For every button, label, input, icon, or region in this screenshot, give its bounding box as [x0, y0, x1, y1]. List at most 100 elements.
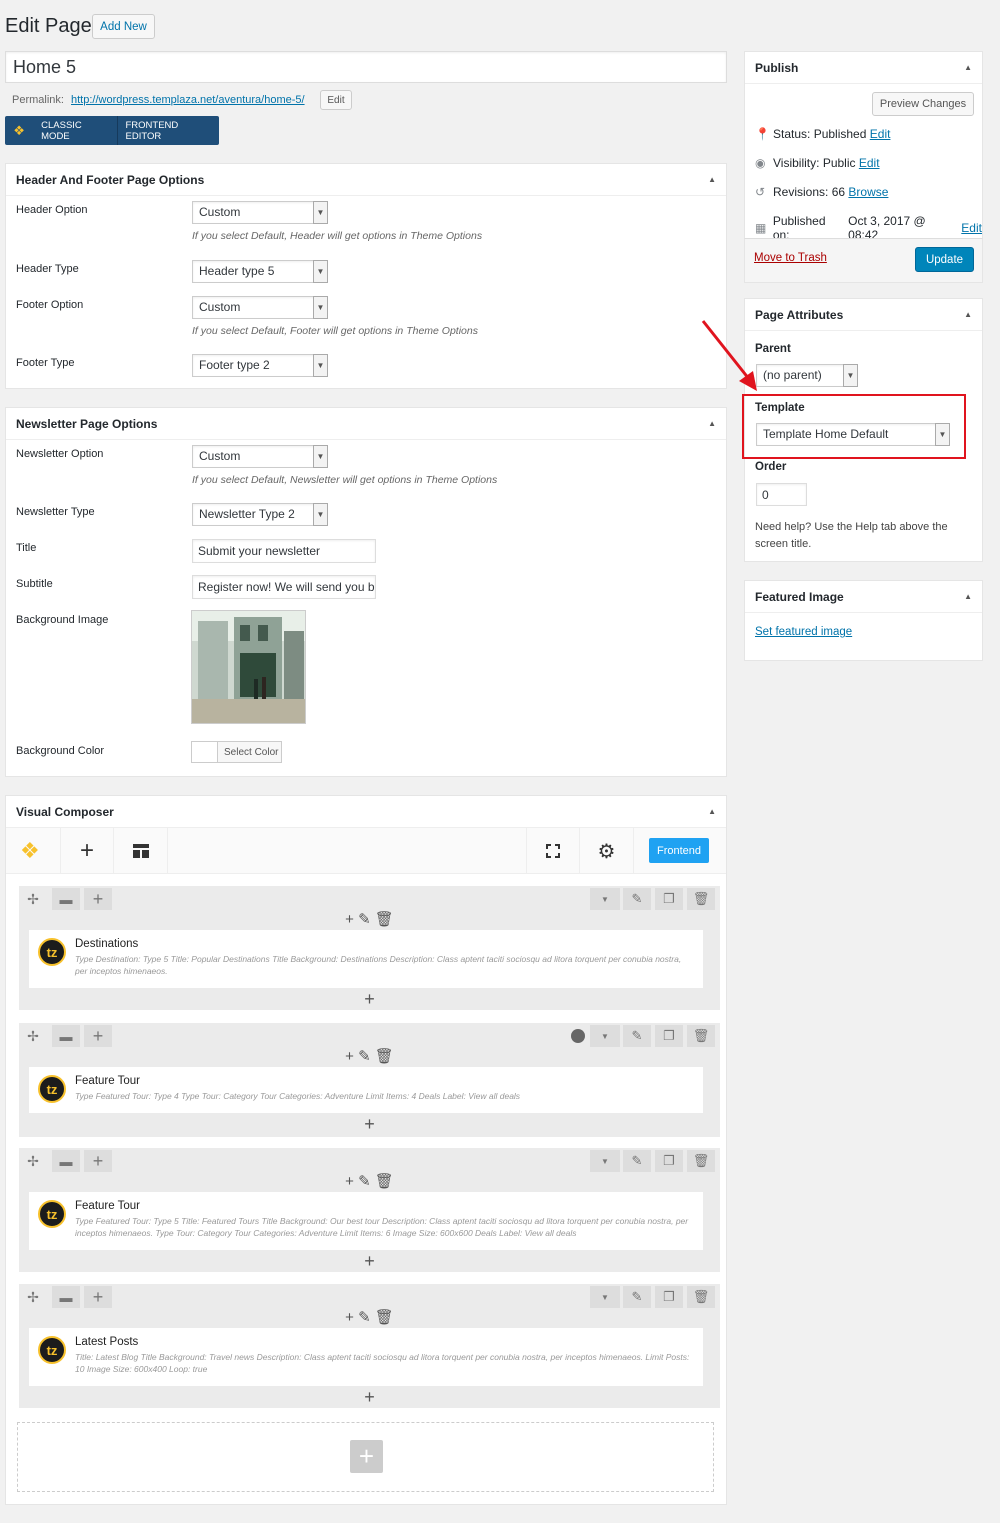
row-move-icon[interactable]: ✢	[24, 888, 42, 910]
page-attributes-header[interactable]: Page Attributes ▲	[745, 299, 982, 331]
row-layout-icon[interactable]: ▬	[52, 1025, 80, 1047]
header-type-select[interactable]: Header type 5 ▼	[192, 260, 328, 283]
row-move-icon[interactable]: ✢	[24, 1286, 42, 1308]
footer-type-select[interactable]: Footer type 2 ▼	[192, 354, 328, 377]
row-status-dot-icon	[571, 1029, 585, 1043]
set-featured-image-link[interactable]: Set featured image	[755, 626, 852, 638]
column-controls[interactable]: + ✎ 🗑	[19, 1172, 720, 1190]
add-element-icon[interactable]: +	[19, 1387, 720, 1408]
templates-icon[interactable]	[114, 828, 168, 874]
permalink-edit-button[interactable]: Edit	[320, 90, 352, 110]
visibility-row: ◉ Visibility: Public Edit	[755, 156, 880, 170]
element-logo-icon: tz	[38, 938, 66, 966]
newsletter-options-header[interactable]: Newsletter Page Options ▲	[6, 408, 726, 440]
vc-row: ✢ ▬ + ▼ ✎ ❐ 🗑 + ✎ 🗑 tz Latest Posts Titl…	[19, 1284, 720, 1408]
revisions-label: Revisions:	[773, 185, 829, 199]
row-add-column-icon[interactable]: +	[84, 1150, 112, 1172]
row-delete-icon[interactable]: 🗑	[687, 1025, 715, 1047]
add-new-button[interactable]: Add New	[92, 14, 155, 39]
footer-option-select[interactable]: Custom ▼	[192, 296, 328, 319]
collapse-arrow-icon[interactable]: ▲	[964, 63, 972, 72]
page-title-input[interactable]: Home 5	[5, 51, 727, 83]
add-element-icon[interactable]: +	[19, 989, 720, 1010]
vc-element[interactable]: tz Destinations Type Destination: Type 5…	[29, 930, 703, 988]
visibility-edit-link[interactable]: Edit	[859, 156, 880, 170]
header-option-select[interactable]: Custom ▼	[192, 201, 328, 224]
row-layout-icon[interactable]: ▬	[52, 1286, 80, 1308]
row-clone-icon[interactable]: ❐	[655, 888, 683, 910]
update-button[interactable]: Update	[915, 247, 974, 272]
row-add-column-icon[interactable]: +	[84, 1286, 112, 1308]
collapse-arrow-icon[interactable]: ▲	[708, 419, 716, 428]
revisions-row: ↺ Revisions: 66 Browse	[755, 185, 888, 199]
collapse-arrow-icon[interactable]: ▲	[708, 807, 716, 816]
newsletter-subtitle-input[interactable]: Register now! We will send you be	[192, 575, 376, 599]
newsletter-option-select[interactable]: Custom ▼	[192, 445, 328, 468]
row-clone-icon[interactable]: ❐	[655, 1150, 683, 1172]
newsletter-title-input[interactable]: Submit your newsletter	[192, 539, 376, 563]
row-toggle-icon[interactable]: ▼	[590, 1150, 620, 1172]
row-delete-icon[interactable]: 🗑	[687, 888, 715, 910]
footer-option-label: Footer Option	[16, 299, 84, 311]
row-toggle-icon[interactable]: ▼	[590, 1286, 620, 1308]
status-edit-link[interactable]: Edit	[870, 127, 891, 141]
visual-composer-header[interactable]: Visual Composer ▲	[6, 796, 726, 828]
published-edit-link[interactable]: Edit	[961, 221, 982, 235]
row-delete-icon[interactable]: 🗑	[687, 1150, 715, 1172]
vc-row: ✢ ▬ + ▼ ✎ ❐ 🗑 + ✎ 🗑 tz Feature Tour Type…	[19, 1023, 720, 1137]
add-element-icon[interactable]: +	[19, 1251, 720, 1272]
vc-frontend-button[interactable]: Frontend	[649, 838, 709, 863]
vc-element[interactable]: tz Feature Tour Type Featured Tour: Type…	[29, 1192, 703, 1250]
add-element-icon[interactable]: +	[19, 1114, 720, 1135]
vc-element[interactable]: tz Feature Tour Type Featured Tour: Type…	[29, 1067, 703, 1113]
publish-header[interactable]: Publish ▲	[745, 52, 982, 84]
featured-image-header[interactable]: Featured Image ▲	[745, 581, 982, 613]
vc-logo-icon[interactable]: ❖	[20, 838, 40, 864]
row-edit-icon[interactable]: ✎	[623, 1150, 651, 1172]
revisions-browse-link[interactable]: Browse	[848, 185, 888, 199]
header-footer-options-header[interactable]: Header And Footer Page Options ▲	[6, 164, 726, 196]
order-input[interactable]: 0	[756, 483, 807, 506]
vc-element[interactable]: tz Latest Posts Title: Latest Blog Title…	[29, 1328, 703, 1386]
row-clone-icon[interactable]: ❐	[655, 1025, 683, 1047]
row-add-column-icon[interactable]: +	[84, 888, 112, 910]
row-toggle-icon[interactable]: ▼	[590, 1025, 620, 1047]
settings-gear-icon[interactable]: ⚙	[580, 828, 634, 874]
row-edit-icon[interactable]: ✎	[623, 888, 651, 910]
collapse-arrow-icon[interactable]: ▲	[964, 592, 972, 601]
row-move-icon[interactable]: ✢	[24, 1025, 42, 1047]
preview-changes-button[interactable]: Preview Changes	[872, 92, 974, 116]
column-controls[interactable]: + ✎ 🗑	[19, 910, 720, 928]
column-controls[interactable]: + ✎ 🗑	[19, 1308, 720, 1326]
chevron-down-icon: ▼	[843, 364, 858, 387]
row-add-column-icon[interactable]: +	[84, 1025, 112, 1047]
row-move-icon[interactable]: ✢	[24, 1150, 42, 1172]
row-edit-icon[interactable]: ✎	[623, 1025, 651, 1047]
collapse-arrow-icon[interactable]: ▲	[708, 175, 716, 184]
add-element-icon[interactable]: +	[60, 828, 114, 874]
annotation-arrow-icon	[701, 320, 757, 391]
newsletter-option-hint: If you select Default, Newsletter will g…	[192, 474, 498, 486]
row-layout-icon[interactable]: ▬	[52, 1150, 80, 1172]
newsletter-type-select[interactable]: Newsletter Type 2 ▼	[192, 503, 328, 526]
collapse-arrow-icon[interactable]: ▲	[964, 310, 972, 319]
add-row-icon[interactable]: +	[350, 1440, 383, 1473]
fullscreen-icon[interactable]	[526, 828, 580, 874]
row-layout-icon[interactable]: ▬	[52, 888, 80, 910]
row-edit-icon[interactable]: ✎	[623, 1286, 651, 1308]
background-image-thumbnail[interactable]	[191, 610, 306, 724]
permalink-link[interactable]: http://wordpress.templaza.net/aventura/h…	[71, 94, 305, 106]
column-controls[interactable]: + ✎ 🗑	[19, 1047, 720, 1065]
frontend-editor-button[interactable]: FRONTEND EDITOR	[118, 116, 220, 145]
row-delete-icon[interactable]: 🗑	[687, 1286, 715, 1308]
publish-box: Publish ▲ Preview Changes 📍 Status: Publis…	[744, 51, 983, 242]
element-logo-icon: tz	[38, 1336, 66, 1364]
move-to-trash-link[interactable]: Move to Trash	[754, 252, 827, 264]
element-logo-icon: tz	[38, 1075, 66, 1103]
row-clone-icon[interactable]: ❐	[655, 1286, 683, 1308]
parent-select[interactable]: (no parent) ▼	[756, 364, 858, 387]
row-toggle-icon[interactable]: ▼	[590, 888, 620, 910]
color-picker-button[interactable]: Select Color	[191, 741, 282, 763]
classic-mode-button[interactable]: CLASSIC MODE	[33, 116, 118, 145]
element-logo-icon: tz	[38, 1200, 66, 1228]
